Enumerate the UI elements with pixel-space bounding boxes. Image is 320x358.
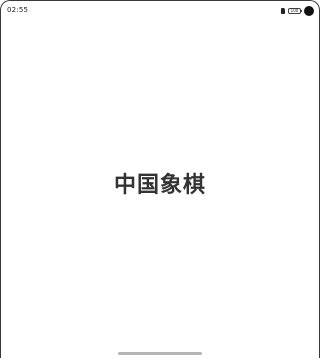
device-screen: 02:55 100 中国象棋 [0, 0, 320, 358]
status-time: 02:55 [7, 6, 29, 14]
status-icons: 100 [281, 5, 314, 17]
home-indicator[interactable] [118, 352, 202, 355]
sim-card-icon [281, 8, 285, 14]
battery-icon: 100 [288, 8, 302, 14]
camera-cutout-icon [304, 6, 314, 16]
status-bar: 02:55 100 [1, 1, 319, 21]
app-title: 中国象棋 [113, 173, 206, 198]
